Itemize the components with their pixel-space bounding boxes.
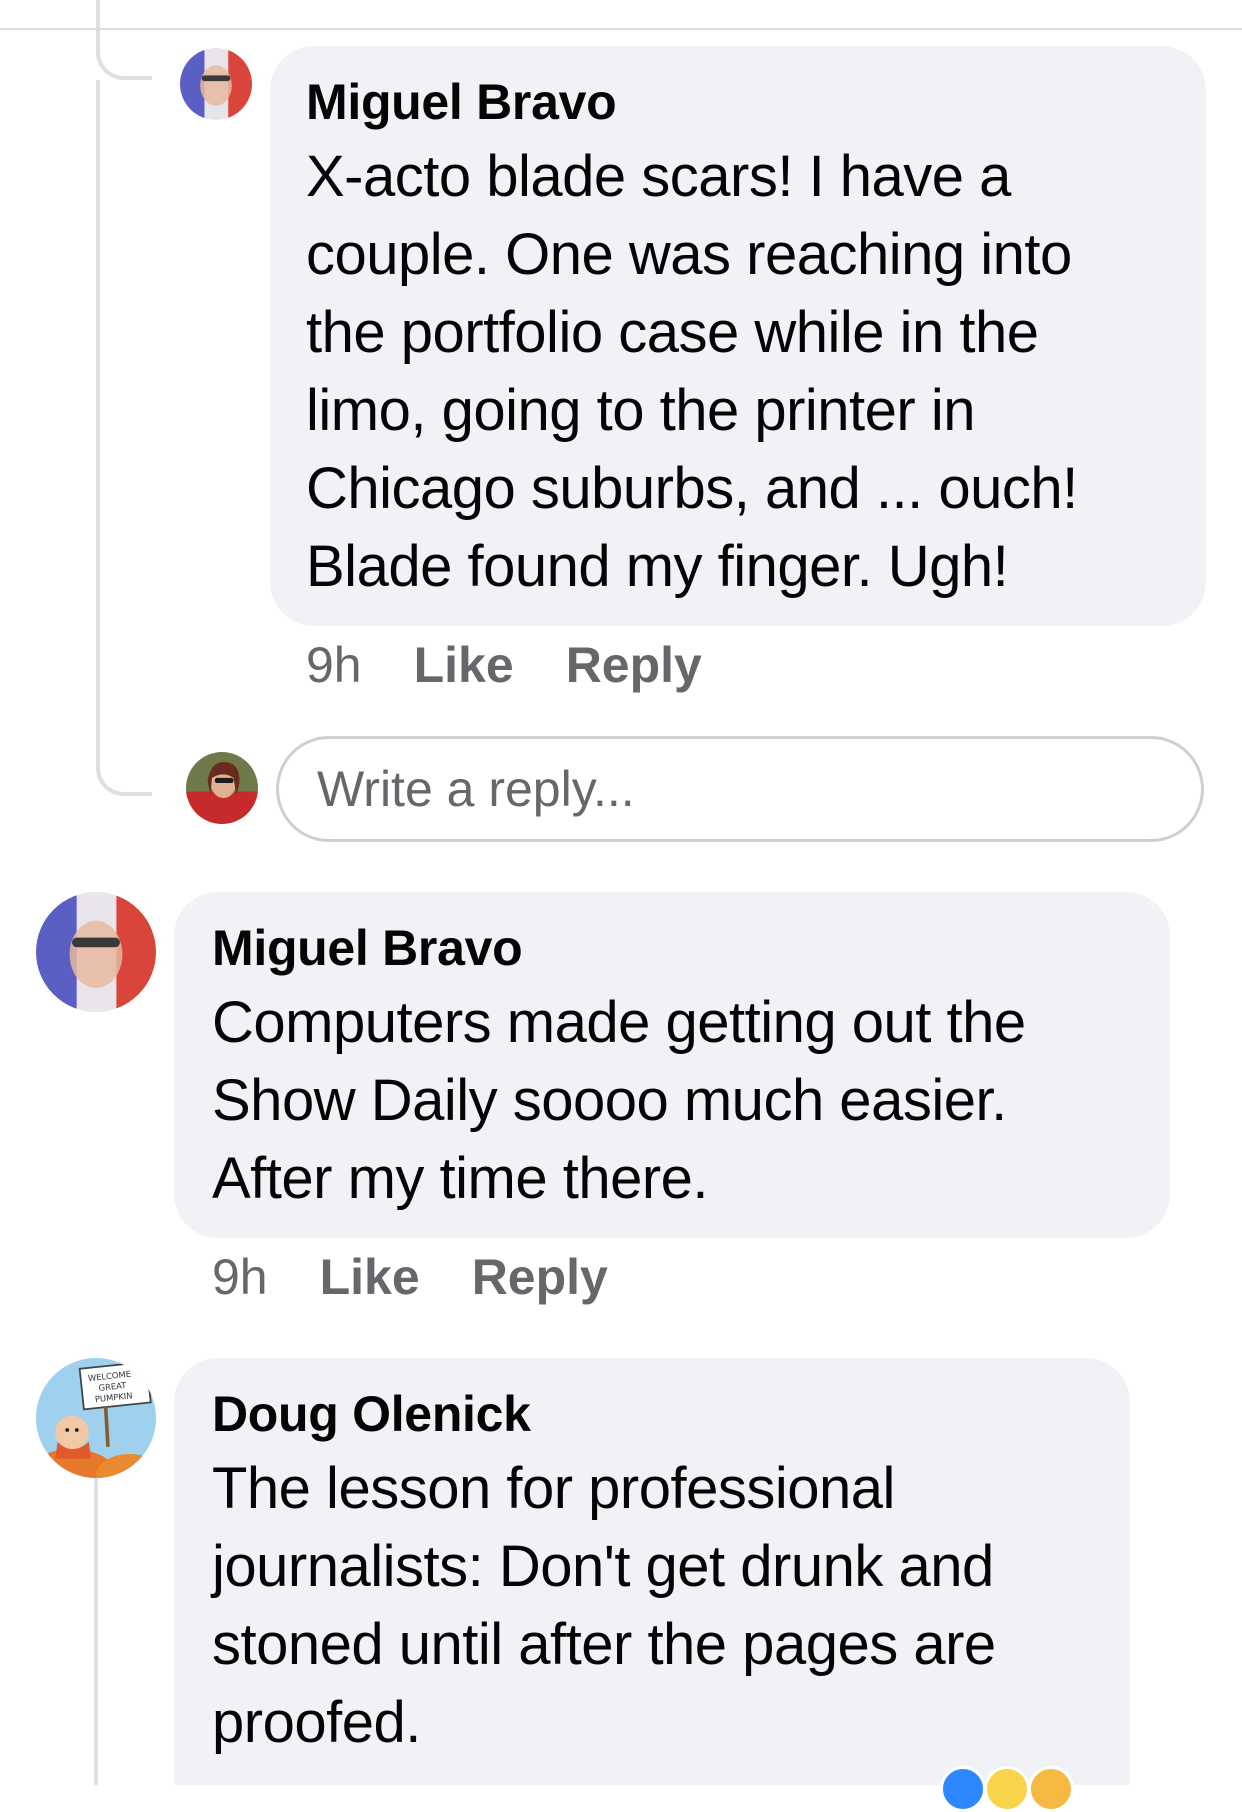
like-reaction-icon [940,1766,986,1812]
comment-author[interactable]: Doug Olenick [212,1384,1092,1444]
comment-text: The lesson for professional journalists:… [212,1456,996,1755]
like-button[interactable]: Like [320,1248,420,1306]
comment-bubble: Miguel Bravo X-acto blade scars! I have … [270,46,1206,626]
avatar[interactable] [36,892,156,1012]
comment-actions: 9h Like Reply [212,1248,608,1306]
avatar[interactable] [180,48,252,120]
comment-author[interactable]: Miguel Bravo [306,72,1170,132]
current-user-avatar [186,752,258,824]
haha-reaction-icon [984,1766,1030,1812]
comment-actions: 9h Like Reply [306,636,702,694]
reply-box [276,736,1204,842]
reaction-summary[interactable] [940,1766,1120,1812]
thread-connector [96,0,152,80]
comment-timestamp[interactable]: 9h [212,1248,268,1306]
wow-reaction-icon [1028,1766,1074,1812]
reply-input[interactable] [315,759,1201,819]
reply-button[interactable]: Reply [566,636,702,694]
thread-connector [96,80,152,796]
comment-text: X-acto blade scars! I have a couple. One… [306,144,1078,599]
comment-timestamp[interactable]: 9h [306,636,362,694]
comment-bubble: Doug Olenick The lesson for professional… [174,1358,1130,1785]
header-divider [0,28,1242,30]
like-button[interactable]: Like [414,636,514,694]
thread-connector [94,1478,98,1785]
comment-author[interactable]: Miguel Bravo [212,918,1132,978]
reply-button[interactable]: Reply [472,1248,608,1306]
avatar[interactable]: WELCOME GREAT PUMPKIN [36,1358,156,1478]
comment-bubble: Miguel Bravo Computers made getting out … [174,892,1170,1238]
comment-text: Computers made getting out the Show Dail… [212,990,1026,1211]
